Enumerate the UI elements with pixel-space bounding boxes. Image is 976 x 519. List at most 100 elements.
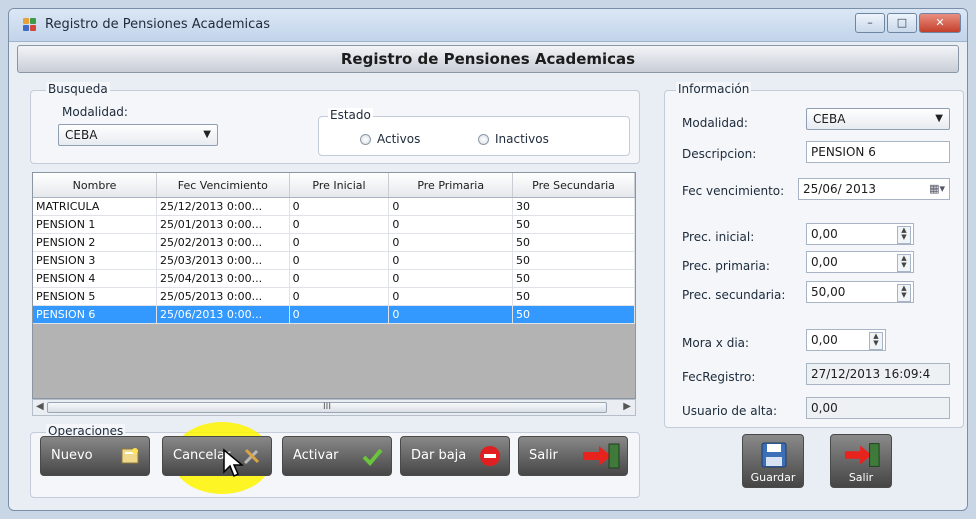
radio-activos[interactable]: Activos: [360, 132, 420, 146]
calendar-icon[interactable]: ▦▾: [929, 179, 945, 199]
table-cell: 0: [388, 215, 514, 234]
table-cell: 0: [289, 287, 390, 306]
descripcion-input[interactable]: PENSION 6: [806, 141, 950, 163]
prec-inicial-label: Prec. inicial:: [682, 230, 755, 244]
table-cell: 0: [388, 251, 514, 270]
descripcion-label: Descripcion:: [682, 147, 757, 161]
table-cell: PENSION 5: [33, 287, 158, 306]
mora-value: 0,00: [811, 333, 838, 347]
scroll-right-icon[interactable]: ▶: [623, 401, 631, 412]
table-cell: 25/12/2013 0:00...: [156, 197, 290, 216]
table-cell: 25/01/2013 0:00...: [156, 215, 290, 234]
dar-baja-button-label: Dar baja: [411, 448, 467, 463]
table-cell: PENSION 2: [33, 233, 158, 252]
spinner-arrows-icon[interactable]: ▲ ▼: [897, 284, 911, 302]
table-cell: 0: [289, 251, 390, 270]
chevron-down-icon: ▼: [203, 129, 211, 140]
minus-circle-icon: [480, 446, 500, 466]
title-bar: Registro de Pensiones Academicas – □ ✕: [9, 9, 967, 42]
table-cell: 50: [512, 287, 635, 306]
table-cell: 30: [512, 197, 635, 216]
scroll-grip: III: [323, 402, 331, 412]
table-cell: 50: [512, 233, 635, 252]
prec-inicial-input[interactable]: 0,00 ▲ ▼: [806, 223, 914, 245]
spinner-arrows-icon[interactable]: ▲ ▼: [897, 226, 911, 244]
activar-button[interactable]: Activar: [282, 436, 392, 476]
column-header-nombre[interactable]: Nombre: [33, 173, 158, 198]
spinner-arrows-icon[interactable]: ▲ ▼: [869, 332, 883, 350]
table-cell: PENSION 4: [33, 269, 158, 288]
table-cell: 25/06/2013 0:00...: [156, 305, 290, 324]
salir-button-label: Salir: [529, 448, 558, 463]
fecregistro-field: 27/12/2013 16:09:4: [806, 363, 950, 385]
close-button[interactable]: ✕: [919, 13, 961, 33]
info-modalidad-combo[interactable]: CEBA ▼: [806, 108, 950, 130]
scroll-left-icon[interactable]: ◀: [36, 401, 44, 412]
fec-vencimiento-value: 25/06/ 2013: [803, 182, 876, 196]
column-header-pre-primaria[interactable]: Pre Primaria: [388, 173, 514, 198]
info-salir-button-label: Salir: [848, 471, 874, 484]
pensions-grid[interactable]: Nombre Fec Vencimiento Pre Inicial Pre P…: [32, 172, 636, 399]
app-icon: [23, 18, 39, 32]
fec-vencimiento-picker[interactable]: 25/06/ 2013 ▦▾: [798, 178, 950, 200]
table-row[interactable]: PENSION 1 25/01/2013 0:00... 0 0 50: [33, 215, 635, 234]
table-cell: 0: [289, 215, 390, 234]
cancelar-button[interactable]: Cancelar: [162, 436, 272, 476]
prec-primaria-value: 0,00: [811, 255, 838, 269]
usuario-label: Usuario de alta:: [682, 404, 778, 418]
table-cell: MATRICULA: [33, 197, 158, 216]
table-row[interactable]: PENSION 5 25/05/2013 0:00... 0 0 50: [33, 287, 635, 306]
table-cell: 25/04/2013 0:00...: [156, 269, 290, 288]
radio-circle-icon: [360, 133, 371, 145]
table-cell: 0: [289, 305, 390, 324]
spinner-arrows-icon[interactable]: ▲ ▼: [897, 254, 911, 272]
search-modalidad-value: CEBA: [65, 128, 98, 142]
table-cell: PENSION 6: [33, 305, 158, 324]
dar-baja-button[interactable]: Dar baja: [400, 436, 510, 476]
table-cell: 0: [388, 233, 514, 252]
form-header: Registro de Pensiones Academicas: [17, 45, 959, 73]
window-controls: – □ ✕: [855, 13, 961, 33]
table-cell: 50: [512, 215, 635, 234]
search-modalidad-combo[interactable]: CEBA ▼: [58, 124, 218, 146]
radio-activos-label: Activos: [377, 132, 421, 146]
table-row[interactable]: PENSION 4 25/04/2013 0:00... 0 0 50: [33, 269, 635, 288]
table-cell: 50: [512, 305, 635, 324]
table-row[interactable]: PENSION 2 25/02/2013 0:00... 0 0 50: [33, 233, 635, 252]
maximize-button[interactable]: □: [887, 13, 917, 33]
table-cell: 50: [512, 251, 635, 270]
table-cell: 25/05/2013 0:00...: [156, 287, 290, 306]
mouse-pointer-icon: [223, 448, 244, 478]
info-modalidad-label: Modalidad:: [682, 116, 748, 130]
search-group-title: Busqueda: [46, 82, 110, 96]
checkmark-icon: [362, 448, 383, 466]
table-cell: 25/03/2013 0:00...: [156, 251, 290, 270]
horizontal-scrollbar[interactable]: ◀ III ▶: [32, 399, 636, 416]
prec-secundaria-input[interactable]: 50,00 ▲ ▼: [806, 281, 914, 303]
column-header-pre-inicial[interactable]: Pre Inicial: [289, 173, 390, 198]
info-salir-button[interactable]: Salir: [830, 434, 892, 488]
table-row[interactable]: PENSION 6 25/06/2013 0:00... 0 0 50: [33, 305, 635, 324]
prec-primaria-input[interactable]: 0,00 ▲ ▼: [806, 251, 914, 273]
mora-input[interactable]: 0,00 ▲ ▼: [806, 329, 886, 351]
table-cell: PENSION 1: [33, 215, 158, 234]
minimize-button[interactable]: –: [855, 13, 885, 33]
nuevo-button[interactable]: Nuevo: [40, 436, 150, 476]
radio-inactivos[interactable]: Inactivos: [478, 132, 549, 146]
table-cell: 25/02/2013 0:00...: [156, 233, 290, 252]
salir-button[interactable]: Salir: [518, 436, 628, 476]
prec-secundaria-value: 50,00: [811, 285, 846, 299]
floppy-disk-icon: [761, 442, 787, 468]
fecregistro-label: FecRegistro:: [682, 370, 756, 384]
scroll-thumb[interactable]: III: [47, 402, 607, 413]
guardar-button[interactable]: Guardar: [742, 434, 804, 488]
table-row[interactable]: PENSION 3 25/03/2013 0:00... 0 0 50: [33, 251, 635, 270]
prec-secundaria-label: Prec. secundaria:: [682, 288, 786, 302]
window-title: Registro de Pensiones Academicas: [45, 17, 270, 32]
column-header-fec-vencimiento[interactable]: Fec Vencimiento: [156, 173, 290, 198]
table-cell: 0: [388, 305, 514, 324]
search-modalidad-label: Modalidad:: [62, 105, 128, 119]
column-header-pre-secundaria[interactable]: Pre Secundaria: [512, 173, 635, 198]
table-row[interactable]: MATRICULA 25/12/2013 0:00... 0 0 30: [33, 197, 635, 216]
table-cell: 0: [289, 233, 390, 252]
